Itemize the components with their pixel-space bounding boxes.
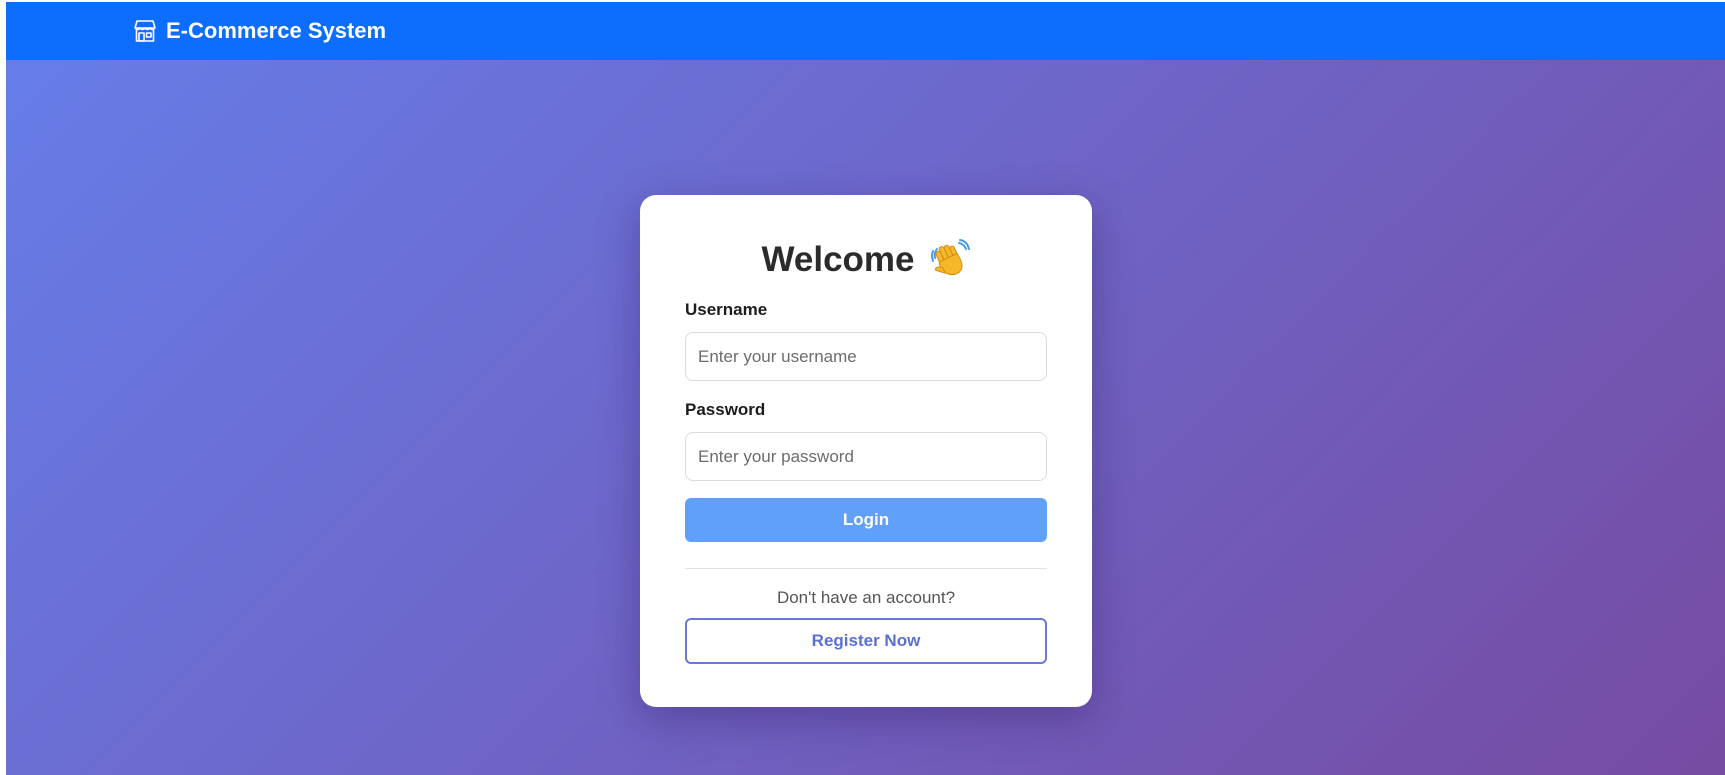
brand-text: E-Commerce System (166, 18, 387, 43)
divider (685, 568, 1047, 569)
login-card: Welcome Username Enter your username Pas… (640, 195, 1092, 707)
register-prompt: Don't have an account? (776, 588, 956, 607)
username-input[interactable] (685, 332, 1047, 381)
password-label: Password (685, 400, 766, 419)
brand-link[interactable]: E-Commerce System (132, 18, 386, 44)
page-background: E-Commerce System Welcome Username Enter… (6, 2, 1725, 775)
page-title: Welcome (761, 240, 915, 279)
register-button[interactable]: Register Now (685, 618, 1047, 664)
shop-icon (132, 18, 158, 44)
waving-hand-icon (929, 239, 971, 281)
username-label: Username (685, 300, 768, 319)
password-input[interactable] (685, 432, 1047, 481)
title-row: Welcome (685, 235, 1047, 285)
top-navbar: E-Commerce System (6, 2, 1725, 60)
login-button[interactable]: Login (685, 498, 1047, 542)
